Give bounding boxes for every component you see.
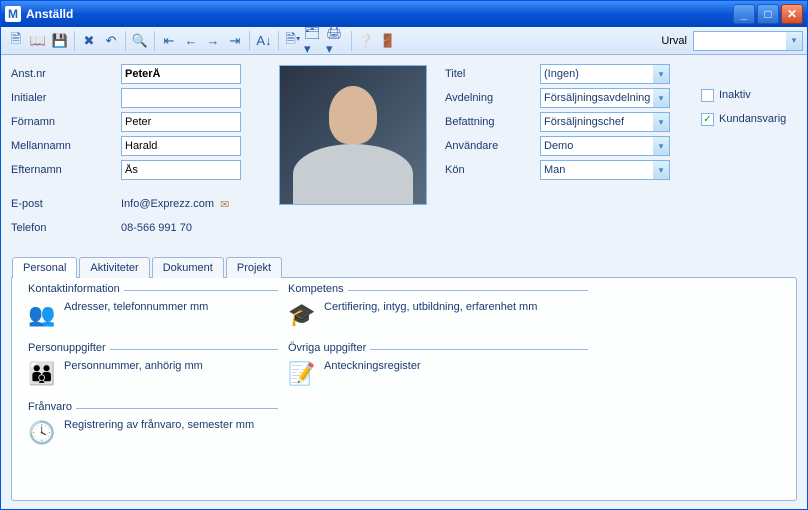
telefon-value: 08-566 991 70 [121, 222, 192, 234]
group-text: Registrering av frånvaro, semester mm [64, 419, 254, 432]
avdelning-value: Försäljningsavdelning [544, 92, 653, 104]
group-text: Adresser, telefonnummer mm [64, 301, 208, 314]
group-text: Personnummer, anhörig mm [64, 360, 203, 373]
befattning-select[interactable]: Försäljningschef ▾ [540, 112, 670, 132]
titel-value: (Ingen) [544, 68, 653, 80]
anvandare-select[interactable]: Demo ▾ [540, 136, 670, 156]
group-ovriga[interactable]: Övriga uppgifter 📝 Anteckningsregister [288, 349, 588, 388]
mellannamn-input[interactable] [121, 136, 241, 156]
initialer-input[interactable] [121, 88, 241, 108]
anvandare-value: Demo [544, 140, 653, 152]
initialer-label: Initialer [11, 92, 121, 104]
anstnr-label: Anst.nr [11, 68, 121, 80]
undo-icon[interactable]: ↶ [100, 30, 122, 52]
toolbar: 🗎 📖 💾 ✖ ↶ 🔍 ⇤ ← → ⇥ A↓ 🗎▾ 🗂▾ 🖨▾ ❔ 🚪 Urva… [1, 27, 807, 55]
sort-icon[interactable]: A↓ [253, 30, 275, 52]
tab-personal[interactable]: Personal [12, 257, 77, 278]
inaktiv-checkbox[interactable] [701, 89, 714, 102]
titel-select[interactable]: (Ingen) ▾ [540, 64, 670, 84]
fornamn-label: Förnamn [11, 116, 121, 128]
employee-window: M Anställd _ □ ✕ 🗎 📖 💾 ✖ ↶ 🔍 ⇤ ← → ⇥ A↓ … [0, 0, 808, 510]
telefon-label: Telefon [11, 222, 121, 234]
last-icon[interactable]: ⇥ [224, 30, 246, 52]
new-icon[interactable]: 🗎 [5, 30, 27, 52]
mail-icon[interactable]: ✉ [220, 198, 229, 211]
anvandare-label: Användare [445, 140, 540, 152]
employee-photo [279, 65, 427, 205]
group-text: Certifiering, intyg, utbildning, erfaren… [324, 301, 537, 314]
group-title: Övriga uppgifter [288, 342, 370, 354]
titel-label: Titel [445, 68, 540, 80]
chevron-down-icon: ▾ [653, 161, 669, 179]
titlebar: M Anställd _ □ ✕ [1, 1, 807, 27]
content: Anst.nr Initialer Förnamn Mellannamn Eft… [1, 55, 807, 509]
delete-icon[interactable]: ✖ [78, 30, 100, 52]
app-icon: M [5, 6, 21, 22]
group-text: Anteckningsregister [324, 360, 421, 373]
chevron-down-icon: ▾ [653, 65, 669, 83]
befattning-value: Försäljningschef [544, 116, 653, 128]
print-icon[interactable]: 🖨▾ [326, 30, 348, 52]
anstnr-input[interactable] [121, 64, 241, 84]
window-title: Anställd [26, 7, 73, 21]
urval-select[interactable]: ▾ [693, 31, 803, 51]
urval-label: Urval [661, 35, 687, 47]
efternamn-input[interactable] [121, 160, 241, 180]
tree-icon[interactable]: 🗂▾ [304, 30, 326, 52]
group-personuppgifter[interactable]: Personuppgifter 👪 Personnummer, anhörig … [28, 349, 278, 388]
chevron-down-icon: ▾ [786, 32, 802, 50]
chevron-down-icon: ▾ [653, 89, 669, 107]
group-kompetens[interactable]: Kompetens 🎓 Certifiering, intyg, utbildn… [288, 290, 588, 329]
tab-dokument[interactable]: Dokument [152, 257, 224, 278]
open-icon[interactable]: 📖 [27, 30, 49, 52]
competence-icon: 🎓 [288, 301, 316, 329]
group-title: Personuppgifter [28, 342, 110, 354]
group-title: Kontaktinformation [28, 283, 124, 295]
tab-projekt[interactable]: Projekt [226, 257, 282, 278]
exit-icon[interactable]: 🚪 [377, 30, 399, 52]
epost-value: Info@Exprezz.com [121, 198, 214, 210]
close-button[interactable]: ✕ [781, 4, 803, 24]
group-title: Frånvaro [28, 401, 76, 413]
epost-label: E-post [11, 198, 121, 210]
kon-value: Man [544, 164, 653, 176]
group-title: Kompetens [288, 283, 348, 295]
group-kontaktinformation[interactable]: Kontaktinformation 👥 Adresser, telefonnu… [28, 290, 278, 329]
efternamn-label: Efternamn [11, 164, 121, 176]
befattning-label: Befattning [445, 116, 540, 128]
kundansvarig-label: Kundansvarig [719, 113, 786, 125]
kundansvarig-checkbox[interactable]: ✓ [701, 113, 714, 126]
search-icon[interactable]: 🔍 [129, 30, 151, 52]
chevron-down-icon: ▾ [653, 113, 669, 131]
tabpanel-personal: Kontaktinformation 👥 Adresser, telefonnu… [11, 277, 797, 501]
group-franvaro[interactable]: Frånvaro 🕓 Registrering av frånvaro, sem… [28, 408, 278, 447]
absence-icon: 🕓 [28, 419, 56, 447]
tab-aktiviteter[interactable]: Aktiviteter [79, 257, 149, 278]
first-icon[interactable]: ⇤ [158, 30, 180, 52]
inaktiv-label: Inaktiv [719, 89, 751, 101]
person-icon: 👪 [28, 360, 56, 388]
mellannamn-label: Mellannamn [11, 140, 121, 152]
notes-icon: 📝 [288, 360, 316, 388]
minimize-button[interactable]: _ [733, 4, 755, 24]
avdelning-label: Avdelning [445, 92, 540, 104]
prev-icon[interactable]: ← [180, 30, 202, 52]
kon-select[interactable]: Man ▾ [540, 160, 670, 180]
contacts-icon: 👥 [28, 301, 56, 329]
tabstrip: Personal Aktiviteter Dokument Projekt [11, 257, 797, 278]
doc-icon[interactable]: 🗎▾ [282, 30, 304, 52]
help-icon[interactable]: ❔ [355, 30, 377, 52]
maximize-button[interactable]: □ [757, 4, 779, 24]
chevron-down-icon: ▾ [653, 137, 669, 155]
save-icon[interactable]: 💾 [49, 30, 71, 52]
fornamn-input[interactable] [121, 112, 241, 132]
avdelning-select[interactable]: Försäljningsavdelning ▾ [540, 88, 670, 108]
kon-label: Kön [445, 164, 540, 176]
next-icon[interactable]: → [202, 30, 224, 52]
